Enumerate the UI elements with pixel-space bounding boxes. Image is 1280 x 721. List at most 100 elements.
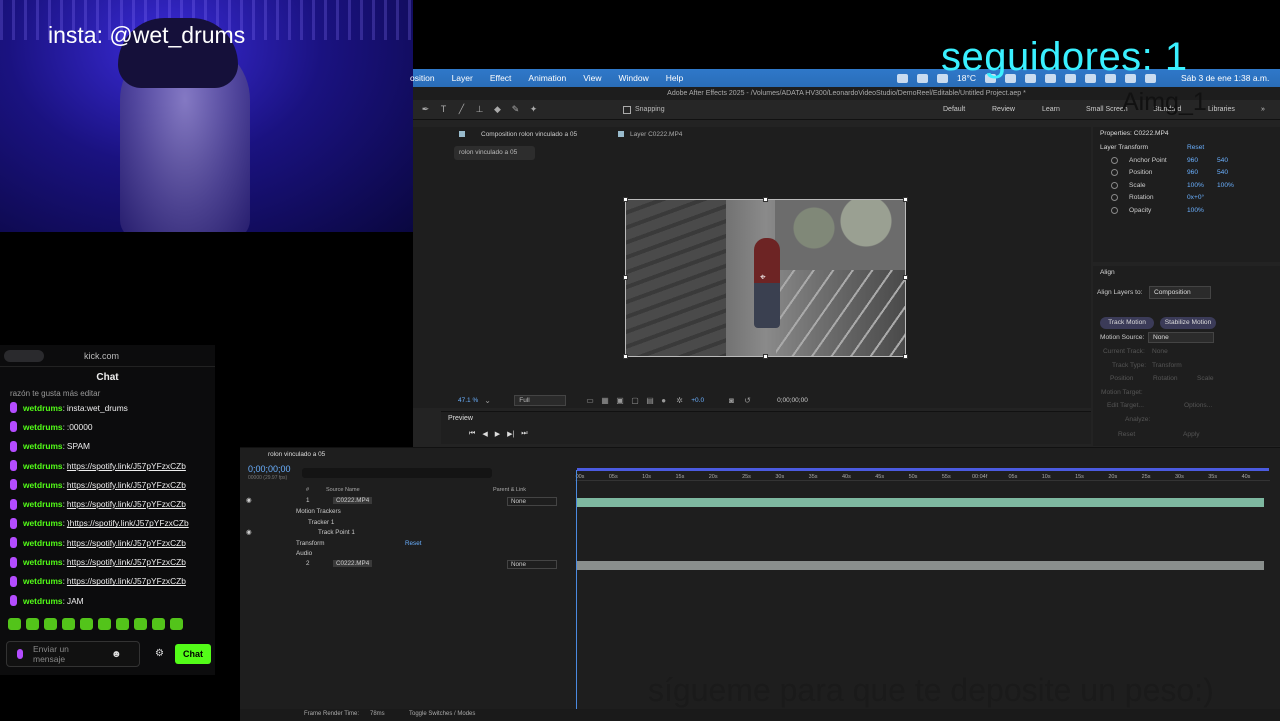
layer-bar[interactable] bbox=[577, 498, 1264, 507]
layer-sub-row[interactable]: Audio bbox=[240, 550, 575, 560]
gear-icon[interactable]: ⚙ bbox=[155, 648, 164, 659]
transform-handle[interactable] bbox=[623, 275, 628, 280]
view-icon[interactable]: ▤ bbox=[646, 396, 655, 405]
roto-brush-icon[interactable]: ✎ bbox=[510, 104, 521, 115]
chat-message-text[interactable]: https://spotify.link/J57pYFzxCZb bbox=[67, 538, 186, 548]
menu-window[interactable]: Window bbox=[619, 73, 649, 83]
emote-icon[interactable] bbox=[116, 618, 129, 631]
transform-handle[interactable] bbox=[903, 197, 908, 202]
tray-icon[interactable] bbox=[917, 73, 928, 83]
scale-checkbox[interactable]: Scale bbox=[1197, 375, 1214, 382]
chat-username[interactable]: wetdrums bbox=[23, 538, 63, 548]
comp-timecode[interactable]: 0;00;00;00 bbox=[777, 397, 808, 404]
transform-handle[interactable] bbox=[903, 275, 908, 280]
emote-icon[interactable] bbox=[152, 618, 165, 631]
emote-icon[interactable] bbox=[134, 618, 147, 631]
tracker-reset-button[interactable]: Reset bbox=[1118, 431, 1135, 438]
layer-row[interactable]: ◉ 1 C0222.MP4 None bbox=[240, 497, 575, 507]
snapping-toggle[interactable]: Snapping bbox=[623, 105, 665, 114]
workspace-review[interactable]: Review bbox=[992, 106, 1015, 113]
stopwatch-icon[interactable] bbox=[1111, 181, 1118, 189]
prev-frame-icon[interactable]: ◀ bbox=[482, 430, 487, 438]
color-icon[interactable]: ● bbox=[661, 396, 670, 405]
track-type-select[interactable]: Transform bbox=[1152, 362, 1182, 369]
chat-message-text[interactable]: https://spotify.link/J57pYFzxCZb bbox=[67, 461, 186, 471]
options-button[interactable]: Options... bbox=[1184, 402, 1212, 409]
align-to-select[interactable]: Composition bbox=[1149, 286, 1211, 299]
zoom-value[interactable]: 47.1 % bbox=[458, 397, 478, 404]
menu-help[interactable]: Help bbox=[666, 73, 683, 83]
pen-icon[interactable]: ✒ bbox=[420, 104, 431, 115]
transform-handle[interactable] bbox=[763, 354, 768, 359]
chat-username[interactable]: wetdrums bbox=[23, 576, 63, 586]
region-icon[interactable]: ▭ bbox=[586, 396, 595, 405]
stopwatch-icon[interactable] bbox=[1111, 157, 1118, 164]
toggle-switches-button[interactable]: Toggle Switches / Modes bbox=[409, 711, 475, 717]
layer-sub-row[interactable]: Motion Trackers bbox=[240, 508, 575, 518]
chat-message-text[interactable]: https://spotify.link/J57pYFzxCZb bbox=[67, 576, 186, 586]
tab-layer[interactable]: Layer C0222.MP4 bbox=[630, 131, 682, 138]
emote-icon[interactable] bbox=[80, 618, 93, 631]
chat-username[interactable]: wetdrums bbox=[23, 518, 63, 528]
clone-stamp-icon[interactable]: ⊥ bbox=[474, 104, 485, 115]
workspace-libraries[interactable]: Libraries bbox=[1208, 106, 1235, 113]
menu-layer[interactable]: Layer bbox=[452, 73, 473, 83]
emote-icon[interactable] bbox=[26, 618, 39, 631]
playhead[interactable] bbox=[576, 470, 577, 710]
puppet-icon[interactable]: ✦ bbox=[528, 104, 539, 115]
mask-icon[interactable]: ▣ bbox=[616, 396, 625, 405]
property-value[interactable]: 960 bbox=[1187, 157, 1217, 164]
property-value[interactable]: 0x+0° bbox=[1187, 194, 1217, 201]
layer-bar[interactable] bbox=[577, 561, 1264, 570]
layer-sub-row[interactable]: Tracker 1 bbox=[240, 519, 575, 529]
brush-icon[interactable]: ╱ bbox=[456, 104, 467, 115]
emoji-icon[interactable]: ☻ bbox=[111, 649, 122, 660]
transform-reset-link[interactable]: Reset bbox=[405, 540, 421, 547]
chat-username[interactable]: wetdrums bbox=[23, 441, 63, 451]
timeline-search-input[interactable] bbox=[302, 468, 492, 478]
stopwatch-icon[interactable] bbox=[1111, 194, 1118, 202]
menu-effect[interactable]: Effect bbox=[490, 73, 512, 83]
next-frame-icon[interactable]: ▶| bbox=[507, 430, 514, 438]
stabilize-motion-button[interactable]: Stabilize Motion bbox=[1160, 317, 1216, 329]
chat-message-text[interactable]: https://spotify.link/J57pYFzxCZb bbox=[67, 557, 186, 567]
transform-handle[interactable] bbox=[763, 197, 768, 202]
snapping-checkbox[interactable] bbox=[623, 105, 631, 114]
guides-icon[interactable]: ▢ bbox=[631, 396, 640, 405]
tracker-apply-button[interactable]: Apply bbox=[1183, 431, 1200, 438]
chat-username[interactable]: wetdrums bbox=[23, 499, 63, 509]
layer-name[interactable]: C0222.MP4 bbox=[333, 560, 373, 567]
layer-sub-row[interactable]: Transform Reset bbox=[240, 540, 575, 550]
parent-select[interactable]: None bbox=[507, 560, 557, 569]
property-value[interactable]: 960 bbox=[1187, 169, 1217, 176]
anchor-point-icon[interactable]: ⌖ bbox=[760, 272, 766, 283]
menu-clock[interactable]: Sáb 3 de ene 1:38 a.m. bbox=[1181, 73, 1269, 83]
chat-message-input[interactable]: Enviar un mensaje ☻ bbox=[6, 641, 140, 667]
property-value[interactable]: 540 bbox=[1217, 169, 1247, 176]
chat-username[interactable]: wetdrums bbox=[23, 422, 63, 432]
tab-composition[interactable]: Composition rolon vinculado a 05 bbox=[481, 131, 577, 138]
menu-composition[interactable]: osition bbox=[410, 73, 435, 83]
exposure-icon[interactable]: ✲ bbox=[676, 396, 685, 405]
emote-icon[interactable] bbox=[44, 618, 57, 631]
emote-icon[interactable] bbox=[98, 618, 111, 631]
exposure-value[interactable]: +0.0 bbox=[691, 397, 704, 404]
transparency-grid-icon[interactable]: ▦ bbox=[601, 396, 610, 405]
last-frame-icon[interactable]: ⏭ bbox=[521, 430, 527, 438]
emote-icon[interactable] bbox=[170, 618, 183, 631]
rotation-checkbox[interactable]: Rotation bbox=[1153, 375, 1178, 382]
eye-icon[interactable]: ◉ bbox=[246, 497, 252, 504]
browser-address-icon[interactable] bbox=[4, 349, 44, 362]
layer-name[interactable]: C0222.MP4 bbox=[333, 497, 373, 504]
edit-target-button[interactable]: Edit Target... bbox=[1107, 402, 1144, 409]
chat-username[interactable]: wetdrums bbox=[23, 557, 63, 567]
transform-handle[interactable] bbox=[623, 354, 628, 359]
emote-icon[interactable] bbox=[62, 618, 75, 631]
chat-send-button[interactable]: Chat bbox=[175, 644, 211, 664]
menu-animation[interactable]: Animation bbox=[528, 73, 566, 83]
chat-message-text[interactable]: )https://spotify.link/J57pYFzxCZb bbox=[67, 518, 189, 528]
first-frame-icon[interactable]: ⏮ bbox=[469, 430, 475, 438]
workspace-default[interactable]: Default bbox=[943, 106, 965, 113]
play-icon[interactable]: ▶ bbox=[495, 430, 500, 438]
transform-handle[interactable] bbox=[903, 354, 908, 359]
